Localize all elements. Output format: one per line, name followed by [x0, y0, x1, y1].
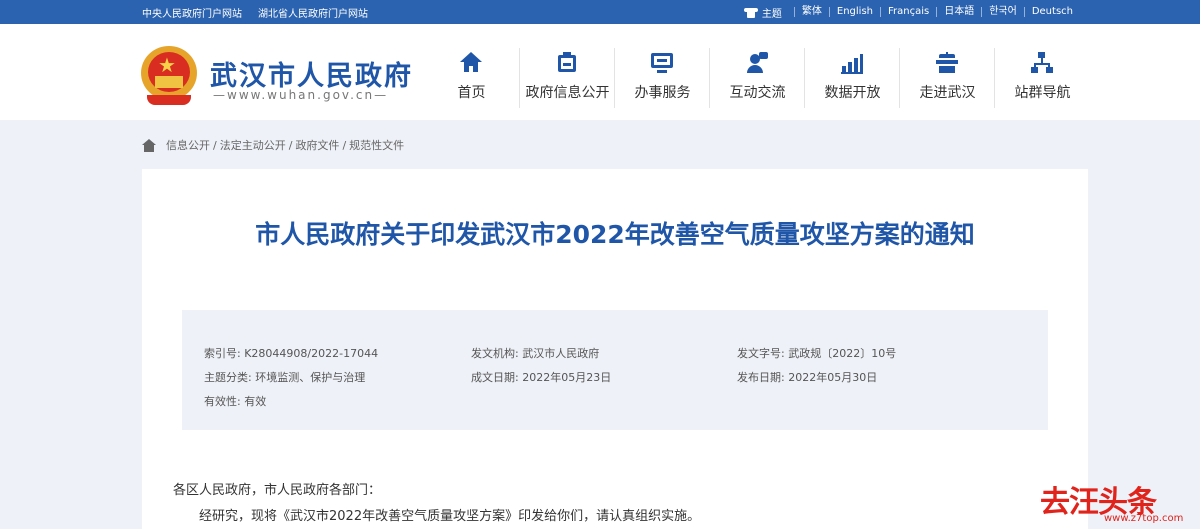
meta-value: 有效 — [244, 395, 267, 408]
breadcrumb-item[interactable]: 法定主动公开 — [220, 137, 286, 153]
meta-validity: 有效性: 有效 — [204, 393, 266, 409]
lang-french[interactable]: Français — [880, 7, 936, 17]
meta-value: 环境监测、保护与治理 — [255, 371, 366, 384]
meta-label: 索引号: — [204, 347, 241, 360]
national-emblem-icon[interactable]: ★ — [141, 46, 197, 108]
top-bar: 中央人民政府门户网站 湖北省人民政府门户网站 主题 繁体 English Fra… — [0, 0, 1200, 24]
top-links: 中央人民政府门户网站 湖北省人民政府门户网站 — [142, 0, 368, 24]
meta-label: 主题分类: — [204, 371, 252, 384]
meta-doc-number: 发文字号: 武政规〔2022〕10号 — [737, 345, 896, 361]
meta-value: K28044908/2022-17044 — [244, 347, 379, 360]
nav-info-disclosure[interactable]: 政府信息公开 — [519, 48, 614, 108]
nav-home[interactable]: 首页 — [424, 48, 519, 108]
nav-label: 站群导航 — [1014, 85, 1071, 101]
meta-index: 索引号: K28044908/2022-17044 — [204, 345, 378, 361]
lang-traditional[interactable]: 繁体 — [793, 7, 829, 17]
meta-published-date: 发布日期: 2022年05月30日 — [737, 369, 877, 385]
watermark-url: www.z7top.com — [1104, 513, 1184, 524]
nav-label: 首页 — [457, 85, 486, 101]
meta-value: 武政规〔2022〕10号 — [788, 347, 897, 360]
interaction-icon — [746, 52, 768, 74]
lang-japanese[interactable]: 日本語 — [936, 7, 981, 17]
nav-interaction[interactable]: 互动交流 — [709, 48, 804, 108]
link-hubei-gov[interactable]: 湖北省人民政府门户网站 — [258, 5, 368, 20]
nav-label: 互动交流 — [729, 85, 786, 101]
meta-topic: 主题分类: 环境监测、保护与治理 — [204, 369, 365, 385]
breadcrumb-item[interactable]: 政府文件 — [295, 137, 339, 153]
meta-label: 发文字号: — [737, 347, 785, 360]
breadcrumb-separator: / — [213, 138, 217, 152]
language-switcher: 主题 繁体 English Français 日本語 한국어 Deutsch — [743, 0, 1080, 24]
meta-label: 有效性: — [204, 395, 241, 408]
meta-label: 发布日期: — [737, 371, 785, 384]
site-header: ★ 武汉市人民政府 —www.wuhan.gov.cn— 首页 政府信息公开 办… — [0, 24, 1200, 120]
landmark-icon — [936, 52, 958, 74]
home-icon[interactable] — [142, 138, 156, 152]
breadcrumb-separator: / — [288, 138, 293, 152]
nav-services[interactable]: 办事服务 — [614, 48, 709, 108]
watermark-logo: 去汪头条 www.z7top.com — [1038, 477, 1188, 525]
data-icon — [841, 52, 863, 74]
theme-button[interactable]: 主题 — [743, 5, 794, 20]
meta-value: 2022年05月23日 — [522, 371, 612, 384]
sitemap-icon — [1031, 52, 1053, 74]
breadcrumb: 信息公开 / 法定主动公开 / 政府文件 / 规范性文件 — [142, 137, 404, 153]
nav-label: 政府信息公开 — [525, 85, 610, 101]
nav-label: 走进武汉 — [919, 85, 976, 101]
shirt-icon — [743, 7, 758, 18]
site-url: —www.wuhan.gov.cn— — [213, 88, 389, 102]
nav-about-wuhan[interactable]: 走进武汉 — [899, 48, 994, 108]
theme-label: 主题 — [761, 8, 782, 20]
document-title: 市人民政府关于印发武汉市2022年改善空气质量攻坚方案的通知 — [255, 220, 975, 249]
document-meta: 索引号: K28044908/2022-17044 发文机构: 武汉市人民政府 … — [182, 310, 1048, 430]
home-icon — [460, 52, 482, 74]
nav-site-group[interactable]: 站群导航 — [994, 48, 1089, 108]
meta-value: 2022年05月30日 — [788, 371, 878, 384]
meta-created-date: 成文日期: 2022年05月23日 — [471, 369, 611, 385]
meta-label: 发文机构: — [471, 347, 519, 360]
lang-german[interactable]: Deutsch — [1023, 7, 1080, 17]
breadcrumb-separator: / — [342, 138, 347, 152]
lang-english[interactable]: English — [828, 7, 880, 17]
breadcrumb-item[interactable]: 信息公开 — [166, 137, 210, 153]
lang-korean[interactable]: 한국어 — [981, 7, 1024, 17]
main-nav: 首页 政府信息公开 办事服务 互动交流 数据开放 走进武汉 站群导航 — [424, 48, 1089, 108]
link-central-gov[interactable]: 中央人民政府门户网站 — [142, 5, 242, 20]
breadcrumb-item[interactable]: 规范性文件 — [349, 137, 404, 153]
document-card: 市人民政府关于印发武汉市2022年改善空气质量攻坚方案的通知 索引号: K280… — [142, 169, 1088, 529]
nav-label: 数据开放 — [824, 85, 881, 101]
meta-issuer: 发文机构: 武汉市人民政府 — [471, 345, 599, 361]
meta-value: 武汉市人民政府 — [522, 347, 600, 360]
document-paragraph: 经研究，现将《武汉市2022年改善空气质量攻坚方案》印发给你们，请认真组织实施。 — [199, 509, 701, 524]
nav-label: 办事服务 — [634, 85, 691, 101]
info-icon — [556, 52, 578, 74]
document-salutation: 各区人民政府，市人民政府各部门： — [173, 483, 382, 498]
nav-open-data[interactable]: 数据开放 — [804, 48, 899, 108]
service-icon — [651, 52, 673, 74]
meta-label: 成文日期: — [471, 371, 519, 384]
